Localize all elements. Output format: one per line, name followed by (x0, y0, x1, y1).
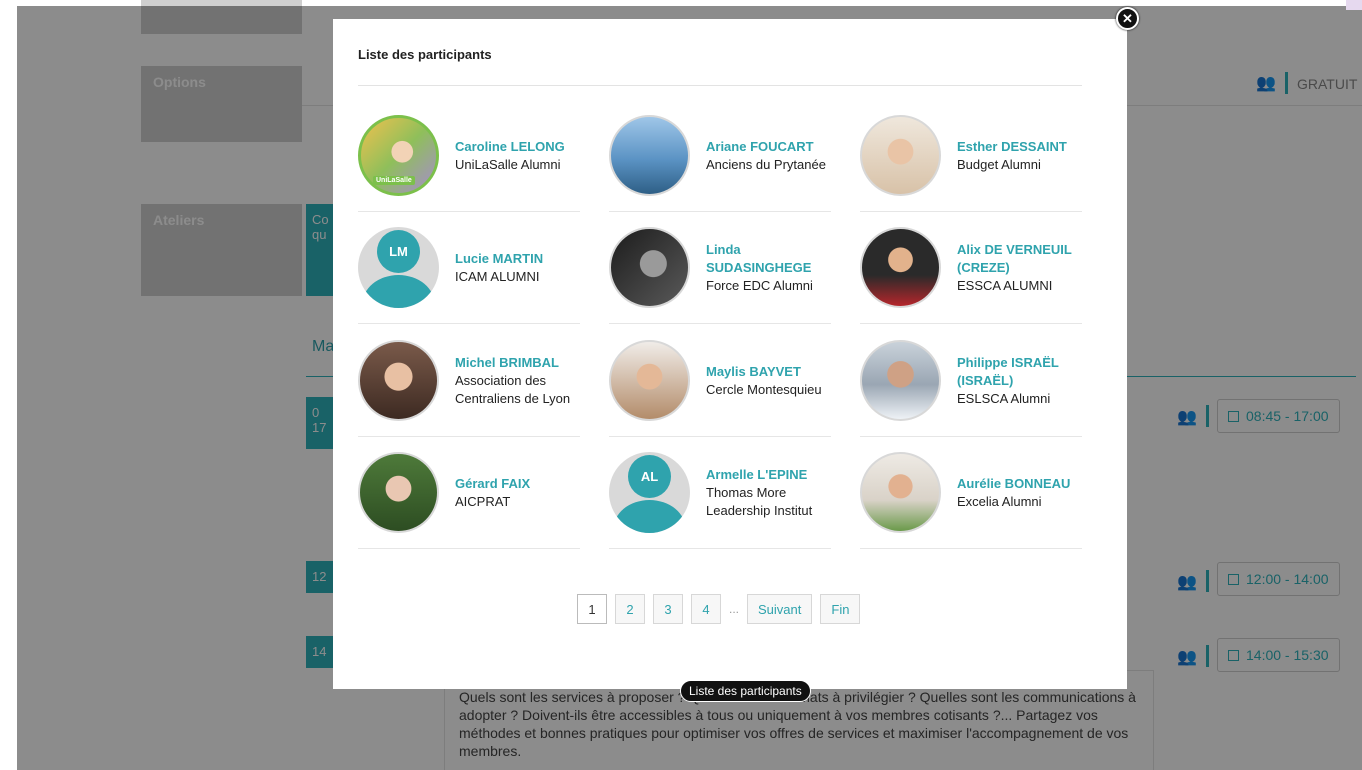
avatar (860, 340, 941, 421)
participant-name[interactable]: Aurélie BONNEAU (957, 475, 1070, 493)
corner-strip (1346, 0, 1362, 10)
participant-info: Philippe ISRAËL (ISRAËL) ESLSCA Alumni (957, 354, 1082, 408)
avatar (609, 115, 690, 196)
participant-card[interactable]: UniLaSalle Caroline LELONG UniLaSalle Alum… (358, 100, 580, 212)
avatar (860, 452, 941, 533)
participant-card[interactable]: Linda SUDASINGHEGE Force EDC Alumni (609, 212, 831, 324)
avatar (609, 340, 690, 421)
participant-info: Esther DESSAINT Budget Alumni (957, 138, 1067, 174)
avatar (860, 227, 941, 308)
page-2-button[interactable]: 2 (615, 594, 645, 624)
participant-name[interactable]: Esther DESSAINT (957, 138, 1067, 156)
avatar-body-shape (362, 275, 435, 308)
pagination: 1 2 3 4 ... Suivant Fin (577, 594, 861, 624)
participant-organization: Excelia Alumni (957, 493, 1042, 509)
participant-name[interactable]: Michel BRIMBAL (455, 354, 580, 372)
participant-info: Alix DE VERNEUIL (CREZE) ESSCA ALUMNI (957, 241, 1082, 295)
page-4-button[interactable]: 4 (691, 594, 721, 624)
participant-name[interactable]: Caroline LELONG (455, 138, 565, 156)
avatar-badge: UniLaSalle (373, 176, 415, 185)
participant-info: Armelle L'EPINE Thomas More Leadership In… (706, 466, 831, 520)
participant-card[interactable]: Alix DE VERNEUIL (CREZE) ESSCA ALUMNI (860, 212, 1082, 324)
participant-organization: ICAM ALUMNI (455, 268, 540, 284)
page-1-button[interactable]: 1 (577, 594, 607, 624)
participant-card[interactable]: AL Armelle L'EPINE Thomas More Leadership … (609, 437, 831, 549)
participant-name[interactable]: Linda SUDASINGHEGE (706, 241, 831, 277)
participant-name[interactable]: Lucie MARTIN (455, 250, 543, 268)
last-page-button[interactable]: Fin (820, 594, 861, 624)
participant-organization: ESLSCA Alumni (957, 390, 1051, 406)
participant-info: Caroline LELONG UniLaSalle Alumni (455, 138, 565, 174)
participant-info: Michel BRIMBAL Association des Centralien… (455, 354, 580, 408)
participant-organization: Cercle Montesquieu (706, 381, 822, 397)
modal-title: Liste des participants (358, 47, 492, 62)
modal-divider (358, 85, 1082, 86)
participant-organization: ESSCA ALUMNI (957, 277, 1053, 293)
avatar (358, 452, 439, 533)
participant-organization: Thomas More Leadership Institut (706, 484, 813, 518)
avatar-initials: LM (377, 230, 420, 273)
participant-info: Linda SUDASINGHEGE Force EDC Alumni (706, 241, 831, 295)
participant-card[interactable]: Aurélie BONNEAU Excelia Alumni (860, 437, 1082, 549)
participant-organization: AICPRAT (455, 493, 511, 509)
participant-name[interactable]: Gérard FAIX (455, 475, 530, 493)
participant-name[interactable]: Maylis BAYVET (706, 363, 822, 381)
participant-info: Gérard FAIX AICPRAT (455, 475, 530, 511)
participant-name[interactable]: Alix DE VERNEUIL (CREZE) (957, 241, 1082, 277)
participant-card[interactable]: Maylis BAYVET Cercle Montesquieu (609, 325, 831, 437)
avatar: UniLaSalle (358, 115, 439, 196)
participants-modal: Liste des participants UniLaSalle Carolin… (333, 19, 1127, 689)
participant-card[interactable]: Esther DESSAINT Budget Alumni (860, 100, 1082, 212)
participant-card[interactable]: Michel BRIMBAL Association des Centralien… (358, 325, 580, 437)
avatar (609, 227, 690, 308)
participant-name[interactable]: Philippe ISRAËL (ISRAËL) (957, 354, 1082, 390)
avatar-body-shape (613, 500, 686, 533)
tooltip: Liste des participants (680, 680, 811, 702)
participant-organization: Anciens du Prytanée (706, 156, 826, 172)
participant-info: Ariane FOUCART Anciens du Prytanée (706, 138, 826, 174)
avatar-placeholder: AL (609, 452, 690, 533)
participant-card[interactable]: LM Lucie MARTIN ICAM ALUMNI (358, 212, 580, 324)
participant-organization: Force EDC Alumni (706, 277, 813, 293)
participant-name[interactable]: Armelle L'EPINE (706, 466, 831, 484)
participant-info: Maylis BAYVET Cercle Montesquieu (706, 363, 822, 399)
participant-organization: Budget Alumni (957, 156, 1041, 172)
pagination-ellipsis: ... (729, 602, 740, 616)
participant-name[interactable]: Ariane FOUCART (706, 138, 826, 156)
participant-card[interactable]: Ariane FOUCART Anciens du Prytanée (609, 100, 831, 212)
close-icon[interactable]: ✕ (1116, 7, 1139, 30)
avatar (358, 340, 439, 421)
avatar (860, 115, 941, 196)
participant-info: Lucie MARTIN ICAM ALUMNI (455, 250, 543, 286)
participant-organization: Association des Centraliens de Lyon (455, 372, 571, 406)
avatar-initials: AL (628, 455, 671, 498)
participant-info: Aurélie BONNEAU Excelia Alumni (957, 475, 1070, 511)
next-page-button[interactable]: Suivant (747, 594, 813, 624)
participant-card[interactable]: Philippe ISRAËL (ISRAËL) ESLSCA Alumni (860, 325, 1082, 437)
page-3-button[interactable]: 3 (653, 594, 683, 624)
avatar-placeholder: LM (358, 227, 439, 308)
participant-card[interactable]: Gérard FAIX AICPRAT (358, 437, 580, 549)
participant-organization: UniLaSalle Alumni (455, 156, 561, 172)
